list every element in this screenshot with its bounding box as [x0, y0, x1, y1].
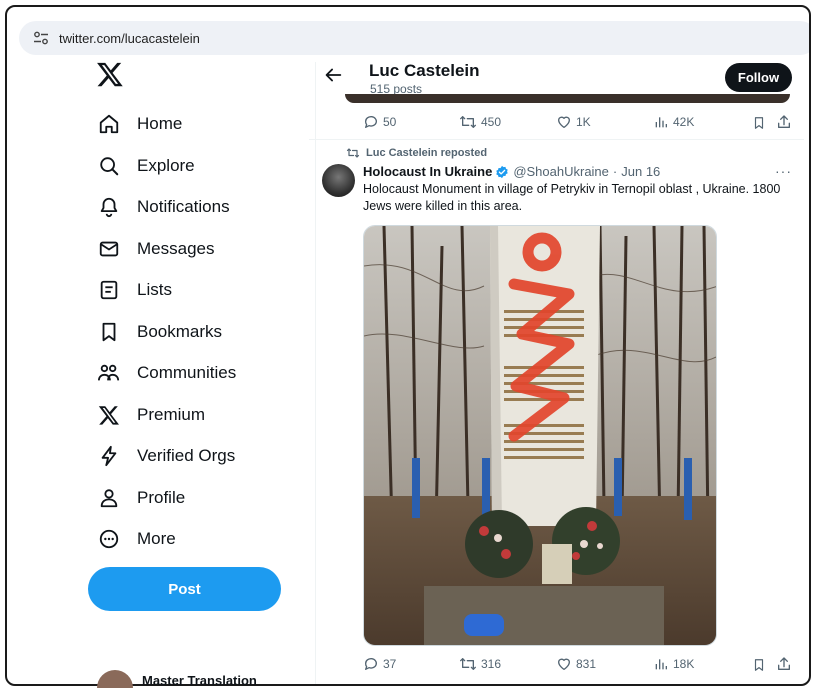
tweet-image[interactable] — [363, 225, 717, 646]
monument-photo — [364, 226, 716, 645]
nav-profile[interactable]: Profile — [96, 480, 185, 516]
tweet-handle[interactable]: @ShoahUkraine — [513, 164, 609, 179]
views-icon — [655, 117, 667, 128]
site-settings-icon[interactable] — [33, 31, 49, 45]
heart-icon — [558, 116, 570, 128]
nav-communities-label: Communities — [137, 363, 237, 382]
nav-home[interactable]: Home — [96, 106, 182, 142]
tweet-separator: · — [612, 164, 618, 179]
like-button[interactable]: 831 — [556, 656, 596, 672]
more-options-icon[interactable]: ··· — [775, 163, 792, 179]
nav-more[interactable]: More — [96, 521, 176, 557]
views-button[interactable]: 18K — [653, 656, 694, 672]
repost-icon — [459, 116, 476, 128]
repost-icon — [459, 658, 476, 670]
x-logo-icon[interactable] — [96, 60, 124, 88]
column-divider — [315, 62, 316, 684]
bell-icon — [96, 194, 122, 220]
reply-icon — [364, 116, 377, 128]
tweet-actions: 37 316 831 18K — [363, 656, 793, 676]
prev-tweet-actions: 50 450 1K 42K — [363, 114, 793, 134]
nav-premium-label: Premium — [137, 405, 206, 424]
search-icon — [96, 153, 122, 179]
nav-lists[interactable]: Lists — [96, 272, 172, 308]
nav-premium[interactable]: Premium — [96, 397, 205, 433]
x-logo-icon — [96, 402, 122, 428]
nav-verified-orgs[interactable]: Verified Orgs — [96, 438, 235, 474]
tweet-divider — [309, 139, 804, 140]
bookmark-icon — [96, 319, 122, 345]
repost-label: Luc Castelein reposted — [366, 147, 488, 159]
nav-explore[interactable]: Explore — [96, 148, 195, 184]
nav-home-label: Home — [137, 114, 183, 133]
nav-explore-label: Explore — [137, 156, 195, 175]
tweet-date[interactable]: Jun 16 — [621, 164, 660, 179]
like-count: 831 — [576, 657, 597, 671]
nav-communities[interactable]: Communities — [96, 355, 236, 391]
address-bar[interactable]: twitter.com/lucacastelein — [19, 21, 809, 55]
nav-bookmarks-label: Bookmarks — [137, 322, 223, 341]
repost-indicator[interactable]: Luc Castelein reposted — [346, 147, 487, 159]
envelope-icon — [96, 236, 122, 262]
nav-lists-label: Lists — [137, 280, 172, 299]
reply-count: 37 — [383, 657, 397, 671]
list-icon — [96, 277, 122, 303]
back-arrow-icon[interactable] — [322, 64, 344, 86]
nav-verified-orgs-label: Verified Orgs — [137, 446, 236, 465]
address-url[interactable]: twitter.com/lucacastelein — [59, 31, 200, 46]
post-button[interactable]: Post — [88, 567, 281, 611]
reply-button[interactable]: 37 — [363, 656, 396, 672]
nav-messages[interactable]: Messages — [96, 231, 214, 267]
tweet-display-name[interactable]: Holocaust In Ukraine — [363, 164, 492, 179]
views-count: 42K — [673, 115, 695, 129]
repost-button[interactable]: 316 — [459, 656, 501, 672]
views-count: 18K — [673, 657, 695, 671]
bookmark-icon[interactable] — [752, 657, 766, 673]
follow-button[interactable]: Follow — [725, 63, 792, 92]
repost-icon — [346, 148, 360, 158]
home-icon — [96, 111, 122, 137]
column-divider-right — [810, 62, 811, 686]
reply-count: 50 — [383, 115, 397, 129]
nav-messages-label: Messages — [137, 239, 215, 258]
repost-count: 450 — [481, 115, 502, 129]
like-count: 1K — [576, 115, 591, 129]
more-circle-icon — [96, 526, 122, 552]
verified-badge-icon[interactable] — [495, 165, 509, 179]
lightning-icon — [96, 443, 122, 469]
nav-profile-label: Profile — [137, 488, 186, 507]
share-icon[interactable] — [776, 656, 792, 672]
reply-button[interactable]: 50 — [363, 114, 396, 130]
profile-name: Luc Castelein — [369, 61, 480, 80]
like-button[interactable]: 1K — [556, 114, 591, 130]
previous-tweet-media[interactable] — [345, 94, 790, 103]
tweet-author-avatar[interactable] — [322, 164, 355, 197]
reply-icon — [364, 658, 377, 670]
repost-button[interactable]: 450 — [459, 114, 501, 130]
account-name[interactable]: Master Translation — [142, 673, 257, 688]
nav-notifications[interactable]: Notifications — [96, 189, 230, 225]
person-icon — [96, 485, 122, 511]
tweet-header: Holocaust In Ukraine @ShoahUkraine · Jun… — [363, 164, 660, 179]
people-icon — [96, 360, 122, 386]
heart-icon — [558, 658, 570, 670]
nav-bookmarks[interactable]: Bookmarks — [96, 314, 222, 350]
bookmark-icon[interactable] — [752, 115, 766, 131]
tweet-text: Holocaust Monument in village of Petryki… — [363, 182, 781, 213]
views-icon — [655, 659, 667, 670]
share-icon[interactable] — [776, 114, 792, 130]
nav-more-label: More — [137, 529, 176, 548]
views-button[interactable]: 42K — [653, 114, 694, 130]
repost-count: 316 — [481, 657, 502, 671]
nav-notifications-label: Notifications — [137, 197, 230, 216]
